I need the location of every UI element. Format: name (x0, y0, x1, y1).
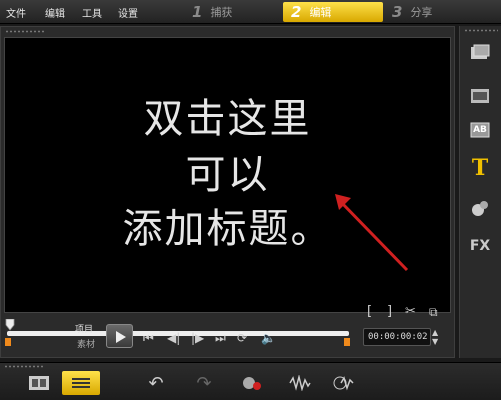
media-icon[interactable] (466, 40, 494, 64)
preview-window[interactable]: 双击这里 可以 添加标题。 (4, 37, 451, 313)
menu-tools[interactable]: 工具 (82, 5, 102, 20)
volume-icon[interactable]: 🔈 (261, 331, 276, 345)
panel-grip (5, 30, 45, 33)
mark-out-icon[interactable]: ] (387, 305, 392, 319)
split-clip-icon[interactable]: ✂ (405, 305, 416, 319)
step-label: 分享 (410, 6, 433, 19)
title-icon[interactable]: T (466, 155, 494, 181)
playhead-handle[interactable] (5, 319, 15, 331)
step-share-tab[interactable]: 3 分享 (392, 2, 432, 22)
trim-end-marker[interactable] (344, 338, 350, 346)
menu-file[interactable]: 文件 (6, 5, 26, 20)
step-edit-tab[interactable]: 2 编辑 (283, 2, 383, 22)
next-frame-icon[interactable]: |▶ (191, 331, 204, 345)
player-panel: 双击这里 可以 添加标题。 [ ] ✂ ⧉ 项目 素材 ⏮ ◀| |▶ ⏭ ⟳ … (0, 26, 455, 358)
previous-frame-icon[interactable]: ◀| (167, 331, 180, 345)
graphics-icon[interactable] (466, 196, 494, 220)
step-label: 编辑 (309, 6, 332, 19)
play-button[interactable] (106, 324, 133, 348)
transition-icon[interactable] (466, 84, 494, 108)
step-number: 2 (291, 3, 302, 21)
overlay-label: AB (473, 125, 487, 135)
timecode-display[interactable]: 00:00:00:02 (363, 328, 431, 346)
panel-grip (4, 365, 44, 368)
top-bar: 文件 编辑 工具 设置 1 捕获 2 编辑 3 分享 (0, 0, 501, 24)
mode-clip[interactable]: 素材 (77, 338, 95, 352)
repeat-icon[interactable]: ⟳ (237, 331, 247, 345)
annotation-arrow-icon (335, 194, 409, 272)
go-to-end-icon[interactable]: ⏭ (215, 331, 226, 345)
timecode-stepper-icon[interactable]: ▲ ▼ (432, 328, 438, 346)
mode-project[interactable]: 项目 (75, 323, 93, 337)
audio-mix-icon[interactable] (286, 371, 314, 395)
step-capture-tab[interactable]: 1 捕获 (192, 2, 232, 22)
bottom-bar: ↶ ↷ (0, 362, 501, 400)
undo-icon[interactable]: ↶ (142, 371, 170, 395)
right-tool-bar: AB T FX (459, 26, 501, 358)
redo-icon[interactable]: ↷ (190, 371, 218, 395)
menu-edit[interactable]: 编辑 (45, 5, 65, 20)
step-label: 捕获 (210, 6, 233, 19)
filter-label: FX (469, 238, 491, 254)
trim-start-marker[interactable] (5, 338, 11, 346)
step-number: 1 (192, 3, 203, 21)
filter-icon[interactable]: FX (466, 234, 494, 258)
overlay-icon[interactable]: AB (466, 118, 494, 142)
timeline-view-icon[interactable] (62, 371, 100, 395)
mark-in-icon[interactable]: [ (367, 305, 372, 319)
storyboard-view-icon[interactable] (20, 371, 58, 395)
step-number: 3 (392, 3, 403, 21)
panel-grip (464, 29, 498, 32)
menu-settings[interactable]: 设置 (118, 5, 138, 20)
go-to-start-icon[interactable]: ⏮ (143, 331, 154, 345)
title-text-line-1: 双击这里 (143, 96, 312, 142)
record-capture-icon[interactable] (238, 371, 266, 395)
play-icon (116, 331, 126, 343)
enlarge-icon[interactable]: ⧉ (429, 305, 438, 319)
auto-music-icon[interactable] (330, 371, 358, 395)
timecode-value: 00:00:00:02 (368, 332, 428, 342)
